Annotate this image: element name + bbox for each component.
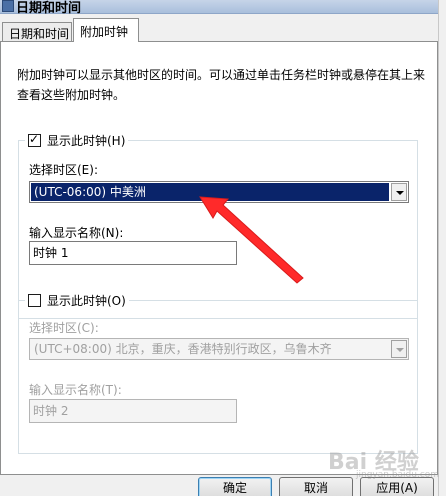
tab-date-and-time[interactable]: 日期和时间 [2,22,72,42]
clock-2-group: 显示此时钟(O) 选择时区(C): (UTC+08:00) 北京，重庆，香港特别… [18,292,418,454]
clock-2-timezone-select[interactable]: (UTC+08:00) 北京，重庆，香港特别行政区，乌鲁木齐 [29,338,409,360]
clock-1-timezone-select[interactable]: (UTC-06:00) 中美洲 [29,181,409,203]
clock-1-name-label: 输入显示名称(N): [29,226,124,240]
tab-additional-clocks[interactable]: 附加时钟 [73,18,139,42]
clock-app-icon [2,0,14,12]
clock-2-name-label: 输入显示名称(T): [29,383,122,397]
cancel-button[interactable]: 取消 [279,477,353,496]
ok-button[interactable]: 确定 [198,477,272,496]
clock-1-timezone-value: (UTC-06:00) 中美洲 [31,183,389,201]
tab-panel: 附加时钟可以显示其他时区的时间。可以通过单击任务栏时钟或悬停在其上来查看这些附加… [0,41,438,475]
title-bar: 日期和时间 [0,0,446,16]
clock-2-show-toggle[interactable]: 显示此时钟(O) [25,292,129,308]
dropdown-button[interactable] [391,183,407,201]
chevron-down-icon [396,191,404,195]
window-edge [438,0,446,496]
clock-2-name-input[interactable]: 时钟 2 [29,399,237,423]
clock-2-timezone-value: (UTC+08:00) 北京，重庆，香港特别行政区，乌鲁木齐 [34,342,332,356]
clock-1-timezone-label: 选择时区(E): [29,163,98,177]
clock-1-name-input[interactable]: 时钟 1 [29,241,237,265]
dropdown-button[interactable] [391,340,407,358]
clock-2-show-label: 显示此时钟(O) [47,293,126,308]
clock-1-show-toggle[interactable]: ✓ 显示此时钟(H) [25,131,129,148]
baidu-watermark-url: jingyan.baidu.com [356,470,440,480]
clock-1-show-label: 显示此时钟(H) [47,133,126,148]
description-text: 附加时钟可以显示其他时区的时间。可以通过单击任务栏时钟或悬停在其上来查看这些附加… [17,68,426,102]
chevron-down-icon [396,348,404,352]
window-title: 日期和时间 [16,1,82,16]
clock-1-checkbox[interactable]: ✓ [28,131,41,147]
clock-2-timezone-label: 选择时区(C): [29,321,99,335]
clock-2-checkbox[interactable] [28,293,41,307]
check-mark-icon: ✓ [29,131,40,146]
